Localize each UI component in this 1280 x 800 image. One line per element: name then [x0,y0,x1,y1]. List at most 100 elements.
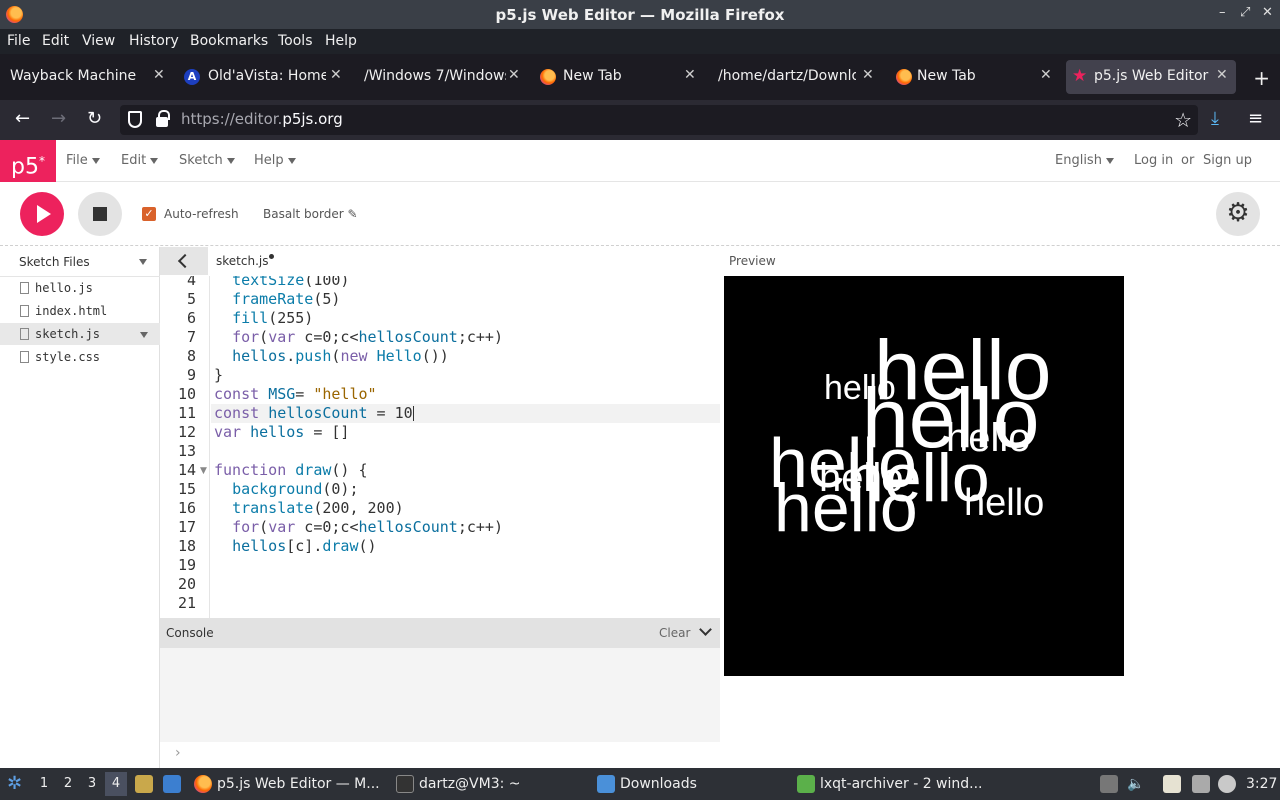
file-item-style-css[interactable]: style.css [0,346,160,368]
file-options-chevron-icon[interactable] [140,332,148,338]
taskbar-item-terminal[interactable]: dartz@VM3: ~ [419,776,521,792]
tab-oldavista[interactable]: A Old'aVista: Home ✕ [180,60,350,94]
minimize-button[interactable]: – [1219,5,1226,20]
menu-view[interactable]: View [82,33,115,49]
network-icon[interactable] [1192,775,1210,793]
play-button[interactable] [20,192,64,236]
tab-close-icon[interactable]: ✕ [862,67,874,83]
volume-icon[interactable]: 🔈 [1127,776,1144,792]
tab-close-icon[interactable]: ✕ [508,67,520,83]
collapse-sidebar-button[interactable] [160,247,208,275]
clipboard-icon[interactable] [1163,775,1181,793]
code-line[interactable]: var hellos = [] [214,423,349,441]
auto-refresh-label[interactable]: Auto-refresh [164,207,239,221]
code-editor[interactable]: 4 5 6 7 8 9 10 11 12 13 14 15 16 17 18 19 20 21 ▼ textSiz… [160,276,720,618]
menu-edit[interactable]: Edit [42,33,69,49]
hamburger-menu-icon[interactable]: ≡ [1248,108,1263,129]
file-item-sketch-js[interactable]: sketch.js [0,323,160,345]
tab-close-icon[interactable]: ✕ [1040,67,1052,83]
code-line[interactable]: frameRate(5) [214,290,340,308]
tab-close-icon[interactable]: ✕ [1216,67,1228,83]
p5-menu-help[interactable]: Help [254,153,296,168]
signup-link[interactable]: Sign up [1203,153,1252,168]
tab-close-icon[interactable]: ✕ [153,67,165,83]
downloads-icon[interactable]: ⤓ [1211,108,1219,129]
sketch-files-header[interactable]: Sketch Files [0,247,160,277]
reload-icon[interactable]: ↻ [87,108,102,129]
desktop-2-button[interactable]: 2 [57,772,79,796]
desktop-1-button[interactable]: 1 [33,772,55,796]
code-line[interactable]: for(var c=0;c<hellosCount;c++) [214,518,503,536]
tab-windows7[interactable]: /Windows 7/Windows ✕ [356,60,526,94]
maximize-button[interactable]: ⤢ [1240,5,1250,20]
start-menu-icon[interactable]: ✲ [7,773,22,794]
forward-arrow-icon[interactable]: → [51,108,66,129]
new-tab-button[interactable]: + [1253,66,1270,90]
code-line[interactable]: hellos[c].draw() [214,537,377,555]
code-line[interactable]: for(var c=0;c<hellosCount;c++) [214,328,503,346]
desktop-3-button[interactable]: 3 [81,772,103,796]
code-line[interactable]: } [214,366,223,384]
fold-arrow-icon[interactable]: ▼ [200,466,207,476]
show-desktop-icon[interactable] [163,775,181,793]
file-name: style.css [35,350,101,364]
back-arrow-icon[interactable]: ← [15,108,30,129]
console-input[interactable]: › [160,742,720,768]
language-select[interactable]: English [1055,153,1114,168]
menu-history[interactable]: History [129,33,179,49]
removable-media-icon[interactable] [1100,775,1118,793]
firefox-icon [896,69,912,85]
login-link[interactable]: Log in [1134,153,1173,168]
p5-menu-file[interactable]: File [66,153,100,168]
file-name: index.html [35,304,108,318]
line-number: 16 [177,499,196,517]
menu-file[interactable]: File [7,33,30,49]
url-text[interactable]: https://editor.p5js.org [181,110,343,128]
p5-menu-edit[interactable]: Edit [121,153,159,168]
chevron-down-icon[interactable] [699,623,712,636]
code-line[interactable]: translate(200, 200) [214,499,404,517]
bookmark-star-icon[interactable]: ☆ [1174,108,1192,132]
tab-wayback-machine[interactable]: Wayback Machine ✕ [4,60,174,94]
taskbar-item-archiver[interactable]: lxqt-archiver - 2 wind... [820,776,983,792]
url-bar[interactable]: https://editor.p5js.org ☆ [120,105,1198,135]
chevron-down-icon[interactable] [139,259,147,265]
tab-new-tab-1[interactable]: New Tab ✕ [534,60,704,94]
auto-refresh-checkbox[interactable]: ✓ [142,207,156,221]
file-item-index-html[interactable]: index.html [0,300,160,322]
file-manager-icon[interactable] [135,775,153,793]
code-line[interactable]: fill(255) [214,309,313,327]
p5-logo[interactable]: p5* [0,140,56,182]
os-taskbar: ✲ 1 2 3 4 p5.js Web Editor — M... dartz@… [0,768,1280,800]
tab-close-icon[interactable]: ✕ [684,67,696,83]
menu-bookmarks[interactable]: Bookmarks [190,33,268,49]
taskbar-item-downloads[interactable]: Downloads [620,776,697,792]
tab-p5js-web-editor[interactable]: ★ p5.js Web Editor ✕ [1066,60,1236,94]
code-line[interactable]: function draw() { [214,461,368,479]
code-line[interactable]: const hellosCount = 10 [214,404,414,422]
code-line[interactable]: background(0); [214,480,358,498]
code-line[interactable]: hellos.push(new Hello()) [214,347,449,365]
stop-button[interactable] [78,192,122,236]
console-clear-button[interactable]: Clear [659,626,690,640]
menu-help[interactable]: Help [325,33,357,49]
preview-canvas[interactable]: hello hello hello hello hello hello hello hello… [724,276,1124,676]
settings-gear-icon[interactable]: ⚙ [1216,192,1260,236]
update-icon[interactable] [1218,775,1236,793]
file-item-hello-js[interactable]: hello.js [0,277,160,299]
close-window-button[interactable]: ✕ [1262,5,1273,20]
desktop-4-button[interactable]: 4 [105,772,127,796]
sketch-name[interactable]: Basalt border ✎ [263,207,358,221]
tab-close-icon[interactable]: ✕ [330,67,342,83]
tab-label: Wayback Machine [10,68,137,84]
p5-menu-sketch[interactable]: Sketch [179,153,235,168]
tab-new-tab-2[interactable]: New Tab ✕ [890,60,1060,94]
taskbar-item-firefox[interactable]: p5.js Web Editor — M... [217,776,380,792]
lock-icon[interactable] [156,110,170,127]
tracking-shield-icon[interactable] [128,111,142,128]
code-line[interactable]: textSize(100) [214,276,349,289]
code-line[interactable]: const MSG= "hello" [214,385,377,403]
tab-downloads-folder[interactable]: /home/dartz/Downloa ✕ [712,60,882,94]
menu-tools[interactable]: Tools [278,33,313,49]
file-icon [20,282,29,294]
